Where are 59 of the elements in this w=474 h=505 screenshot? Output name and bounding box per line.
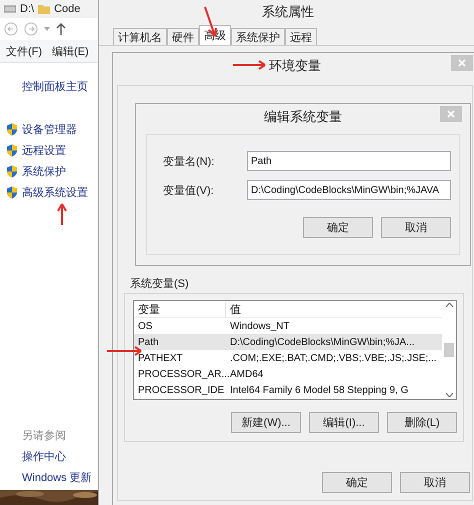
folder-icon xyxy=(38,4,50,14)
dialog-title: 编辑系统变量 xyxy=(264,108,342,126)
sidebar-link[interactable]: 远程设置 xyxy=(22,143,66,158)
list-action-button[interactable]: 编辑(I)... xyxy=(309,412,379,433)
sidebar-link[interactable]: 高级系统设置 xyxy=(22,185,88,200)
scroll-down-icon[interactable] xyxy=(446,393,452,397)
drive-icon xyxy=(4,5,16,13)
field-label: 变量值(V): xyxy=(163,184,215,198)
shield-icon xyxy=(6,144,18,157)
back-icon[interactable] xyxy=(4,22,18,36)
menu-item[interactable]: 编辑(E) xyxy=(52,44,89,58)
list-row[interactable]: Path D:\Coding\CodeBlocks\MinGW\bin;%JA... xyxy=(134,334,442,350)
group-label: 系统变量(S) xyxy=(130,276,190,291)
annotation-arrow xyxy=(232,58,268,72)
dialog-button[interactable]: 取消 xyxy=(400,472,470,493)
window-title: 系统属性 xyxy=(262,3,314,21)
list-row[interactable]: PROCESSOR_IDE Intel64 Family 6 Model 58 Stepping 9, G xyxy=(134,382,442,398)
dialog-button[interactable]: 确定 xyxy=(322,472,392,493)
shield-icon xyxy=(6,186,18,199)
sidebar-link[interactable]: 控制面板主页 xyxy=(22,81,88,93)
dialog-button[interactable]: 取消 xyxy=(381,217,451,238)
tab[interactable]: 系统保护 xyxy=(231,28,285,45)
input-field[interactable]: D:\Coding\CodeBlocks\MinGW\bin;%JAVA xyxy=(247,180,451,200)
list-action-button[interactable]: 删除(L) xyxy=(387,412,457,433)
sidebar-link[interactable]: Windows 更新 xyxy=(22,470,100,485)
column-header[interactable]: 变量 xyxy=(134,302,226,316)
tab[interactable]: 计算机名 xyxy=(113,28,167,45)
sidebar-link[interactable]: 设备管理器 xyxy=(22,122,77,137)
scrollbar[interactable] xyxy=(442,301,456,399)
scrollbar-thumb[interactable] xyxy=(444,343,454,357)
tab[interactable]: 硬件 xyxy=(167,28,199,45)
scroll-up-icon[interactable] xyxy=(446,303,452,307)
breadcrumb-item[interactable]: Code xyxy=(54,3,80,15)
window-title: 环境变量 xyxy=(269,57,321,75)
close-button[interactable] xyxy=(440,106,462,122)
caret-icon[interactable] xyxy=(44,27,50,31)
annotation-arrow xyxy=(55,202,69,226)
sidebar-link[interactable]: 系统保护 xyxy=(22,164,66,179)
forward-icon[interactable] xyxy=(24,22,38,36)
shield-icon xyxy=(6,123,18,136)
input-field[interactable]: Path xyxy=(247,151,451,171)
variable-list[interactable]: 变量 值 OS Windows_NT Path D:\Coding\CodeBlocks\MinGW\bin;%JA... PATHEXT .COM;.EXE;.BAT;.CMD;.VBS;.VBE;.JS;.JSE;... PROCESSOR_AR...AMD64 PROCESSOR_IDE Intel64 Family 6 Model 58 Stepping 9, G xyxy=(133,300,457,400)
list-row[interactable]: PATHEXT .COM;.EXE;.BAT;.CMD;.VBS;.VBE;.JS;.JSE;... xyxy=(134,350,442,366)
up-arrow-icon[interactable] xyxy=(56,23,66,35)
list-action-button[interactable]: 新建(W)... xyxy=(231,412,301,433)
list-row[interactable]: OS Windows_NT xyxy=(134,318,442,334)
column-header[interactable]: 值 xyxy=(226,302,442,316)
field-label: 变量名(N): xyxy=(163,154,216,168)
close-icon xyxy=(458,59,466,67)
sidebar-link[interactable]: 操作中心 xyxy=(22,449,100,464)
tab[interactable]: 远程 xyxy=(285,28,317,45)
menu-item[interactable]: 文件(F) xyxy=(6,44,42,58)
breadcrumb-item[interactable]: D:\ xyxy=(20,3,34,15)
close-icon xyxy=(447,110,455,118)
close-button[interactable] xyxy=(451,55,473,71)
shield-icon xyxy=(6,165,18,178)
dialog-button[interactable]: 确定 xyxy=(303,217,373,238)
see-also-heading: 另请参阅 xyxy=(22,429,67,443)
list-row[interactable]: PROCESSOR_AR...AMD64 xyxy=(134,366,442,382)
